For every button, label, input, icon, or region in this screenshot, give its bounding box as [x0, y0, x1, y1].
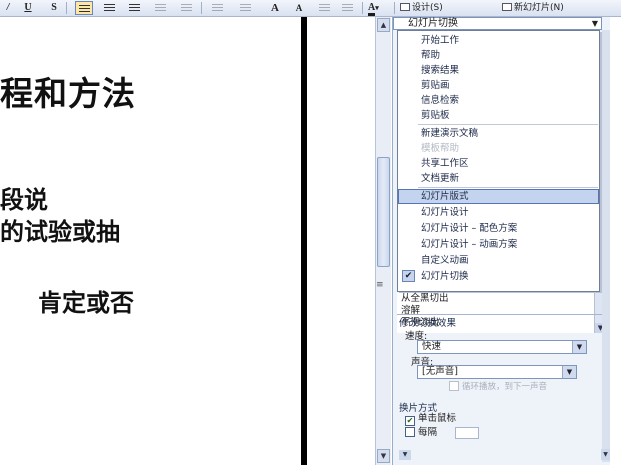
checkmark-icon: ✔ — [402, 270, 415, 282]
decrease-indent-icon — [318, 4, 330, 12]
menu-item-design-color-schemes[interactable]: 幻灯片设计 – 配色方案 — [398, 221, 599, 236]
increase-font-button[interactable]: A — [267, 1, 283, 15]
toolbar-separator — [201, 2, 202, 14]
chevron-down-icon[interactable]: ▼ — [601, 449, 610, 460]
slide-workspace: 程和方法 段说 的试验或抽 肯定或否 — [0, 17, 377, 465]
scroll-up-button[interactable]: ▲ — [377, 18, 390, 32]
align-right-button[interactable] — [126, 1, 142, 15]
slide-body-line[interactable]: 的试验或抽 — [0, 212, 120, 247]
italic-tail-icon: / — [6, 2, 10, 13]
speed-select[interactable]: 快速 ▼ — [417, 340, 587, 354]
menu-item-document-updates[interactable]: 文档更新 — [398, 171, 599, 186]
formatting-toolbar: / U S A A A▾ 设计(S) 新幻灯片(N) — [0, 0, 621, 17]
align-center-icon — [103, 4, 115, 12]
menu-separator — [418, 124, 598, 125]
scrollbar-thumb[interactable] — [377, 157, 390, 267]
toolbar-separator — [362, 2, 363, 14]
sound-select[interactable]: [无声音] ▼ — [417, 365, 577, 379]
slide-canvas[interactable]: 程和方法 段说 的试验或抽 肯定或否 — [0, 17, 301, 465]
loop-sound-checkbox[interactable]: 循环播放，到下一声音 — [449, 381, 547, 393]
bullets-icon — [239, 4, 251, 12]
bullets-button[interactable] — [236, 1, 254, 15]
italic-button[interactable]: / — [4, 1, 12, 15]
design-button[interactable]: 设计(S) — [400, 1, 462, 15]
toolbar-separator — [66, 2, 67, 14]
list-item[interactable]: 从全黑切出 — [401, 293, 449, 305]
chevron-down-icon[interactable]: ▼ — [592, 18, 598, 29]
menu-item-help[interactable]: 帮助 — [398, 48, 599, 63]
menu-item-clip-art[interactable]: 剪贴画 — [398, 78, 599, 93]
underline-button[interactable]: U — [22, 1, 34, 15]
decrease-font-button[interactable]: A — [291, 1, 307, 15]
shadow-button[interactable]: S — [48, 1, 60, 15]
slide-body-line[interactable]: 肯定或否 — [38, 283, 134, 318]
design-label: 设计(S) — [412, 3, 443, 13]
chevron-up-icon: ▲ — [380, 21, 387, 29]
chevron-down-icon[interactable]: ▼ — [562, 366, 576, 378]
chevron-down-icon: ▼ — [380, 452, 387, 460]
align-center-button[interactable] — [101, 1, 117, 15]
menu-item-label: 幻灯片切换 — [421, 271, 469, 282]
menu-item-getting-started[interactable]: 开始工作 — [398, 33, 599, 48]
chevron-down-icon: ▾ — [375, 4, 379, 12]
align-left-button[interactable] — [75, 1, 93, 15]
menu-item-shared-workspace[interactable]: 共享工作区 — [398, 156, 599, 171]
on-mouse-click-label: 单击鼠标 — [418, 413, 457, 424]
task-pane-title: 幻灯片切换 — [408, 18, 458, 29]
speed-value: 快速 — [422, 341, 442, 352]
menu-item-slide-transition[interactable]: ✔ 幻灯片切换 — [398, 269, 599, 284]
menu-item-new-presentation[interactable]: 新建演示文稿 — [398, 126, 599, 141]
loop-sound-label: 循环播放，到下一声音 — [462, 382, 548, 392]
interval-input[interactable] — [455, 427, 479, 439]
design-icon — [400, 3, 410, 11]
checkbox-icon — [449, 381, 459, 391]
menu-item-search-results[interactable]: 搜索结果 — [398, 63, 599, 78]
new-slide-label: 新幻灯片(N) — [514, 3, 564, 13]
automatic-after-label: 每隔 — [418, 427, 438, 438]
window-edge — [610, 17, 621, 465]
task-pane: 幻灯片切换 ▼ 开始工作 帮助 搜索结果 剪贴画 信息检索 剪贴板 新建演示文稿… — [392, 17, 621, 465]
on-mouse-click-checkbox[interactable]: ✔ 单击鼠标 — [405, 413, 456, 426]
align-left-icon — [78, 5, 90, 13]
sound-value: [无声音] — [422, 366, 458, 377]
automatic-after-checkbox[interactable]: 每隔 — [405, 427, 437, 439]
checkbox-icon — [405, 427, 415, 437]
task-pane-menu: 开始工作 帮助 搜索结果 剪贴画 信息检索 剪贴板 新建演示文稿 模板帮助 共享… — [397, 30, 600, 292]
scroll-down-button[interactable]: ▼ — [377, 449, 390, 463]
menu-item-slide-design[interactable]: 幻灯片设计 — [398, 205, 599, 220]
font-color-button[interactable]: A▾ — [368, 1, 390, 16]
numbering-button[interactable] — [208, 1, 226, 15]
columns-icon — [180, 4, 192, 12]
slide-title-text[interactable]: 程和方法 — [0, 67, 136, 115]
task-pane-selector[interactable]: 幻灯片切换 ▼ — [393, 17, 602, 30]
menu-item-clipboard[interactable]: 剪贴板 — [398, 108, 599, 123]
slide-border-shadow — [301, 17, 307, 465]
align-right-icon — [128, 4, 140, 12]
menu-item-slide-layout[interactable]: 幻灯片版式 — [398, 189, 599, 204]
increase-indent-button[interactable] — [339, 1, 355, 15]
menu-item-research[interactable]: 信息检索 — [398, 93, 599, 108]
distributed-button[interactable] — [152, 1, 168, 15]
new-slide-icon — [502, 3, 512, 11]
checkmark-icon: ✔ — [405, 416, 415, 426]
vertical-scrollbar[interactable]: ▲ ≡ ▼ — [375, 17, 391, 465]
new-slide-button[interactable]: 新幻灯片(N) — [502, 1, 602, 15]
menu-separator — [418, 187, 598, 188]
menu-item-design-animation-schemes[interactable]: 幻灯片设计 – 动画方案 — [398, 237, 599, 252]
chevron-down-icon[interactable]: ▼ — [572, 341, 586, 353]
columns-button[interactable] — [178, 1, 194, 15]
menu-item-custom-animation[interactable]: 自定义动画 — [398, 253, 599, 268]
slide-body-line[interactable]: 段说 — [0, 180, 48, 215]
numbering-icon — [211, 4, 223, 12]
modify-transition-title: 修改切换效果 — [399, 318, 457, 329]
task-pane-scrollbar[interactable] — [602, 30, 610, 462]
toolbar-separator — [394, 2, 395, 14]
decrease-indent-button[interactable] — [316, 1, 332, 15]
advance-slide-title: 换片方式 — [399, 403, 438, 414]
increase-indent-icon — [341, 4, 353, 12]
distributed-icon — [154, 4, 166, 12]
chevron-down-icon[interactable]: ▼ — [399, 450, 411, 460]
splitter-grip-icon: ≡ — [376, 280, 384, 290]
menu-item-template-help[interactable]: 模板帮助 — [398, 141, 599, 156]
